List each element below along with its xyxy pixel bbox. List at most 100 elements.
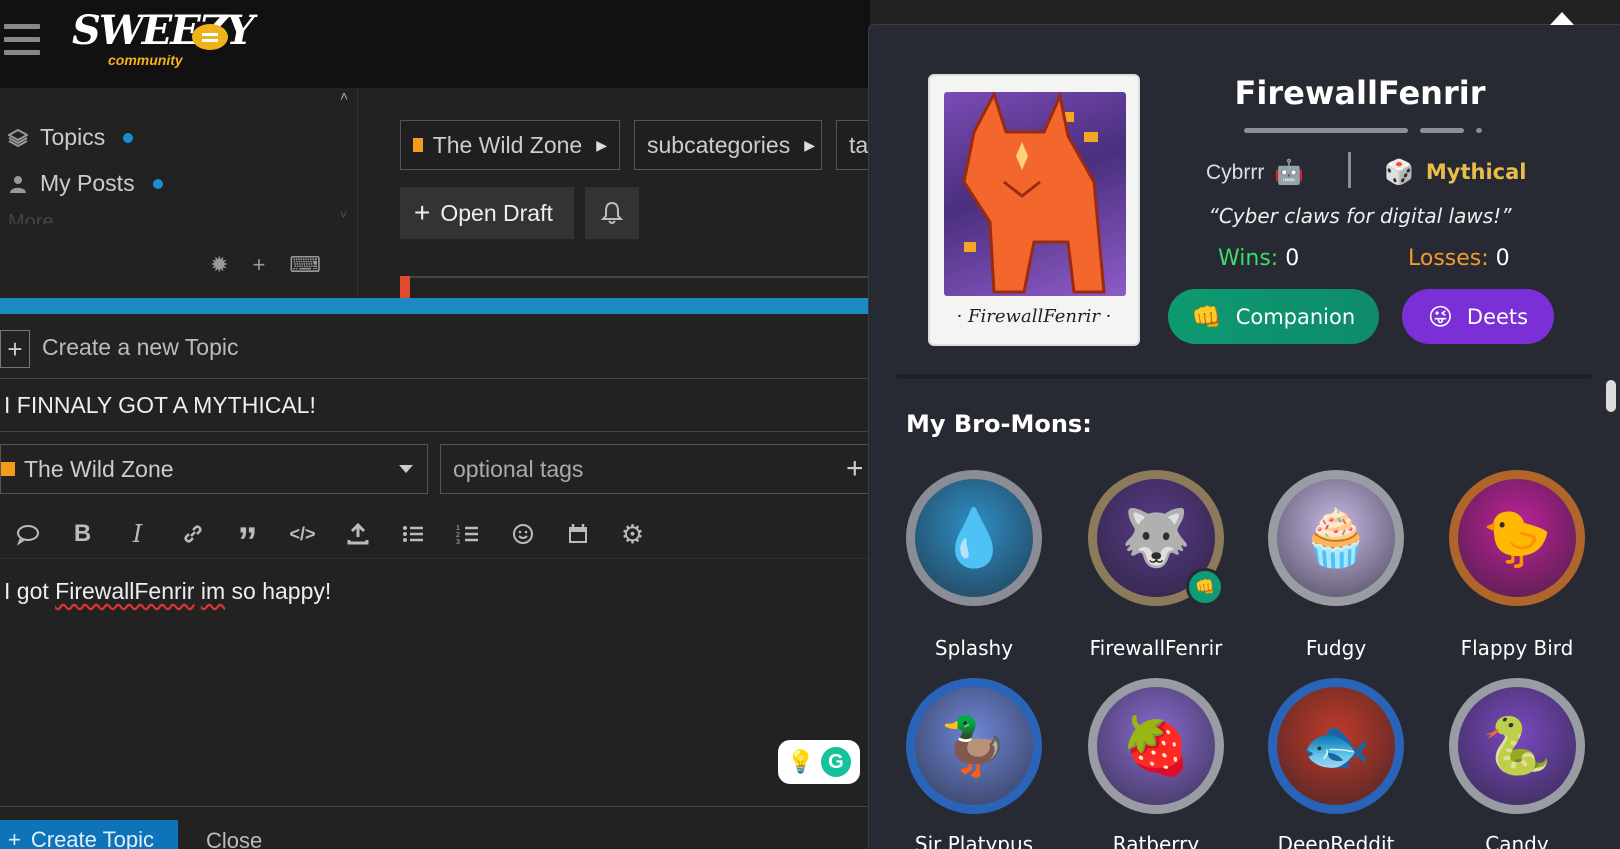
bromon-name: DeepReddit <box>1277 832 1395 849</box>
numbered-list-icon[interactable]: 123 <box>440 512 495 556</box>
divider <box>1348 152 1351 188</box>
profile-username: FirewallFenrir <box>1234 74 1486 112</box>
caret-right-icon: ▶ <box>804 136 815 153</box>
robot-icon: 🤖 <box>1274 159 1305 186</box>
italic-icon[interactable]: I <box>110 512 165 556</box>
divider <box>0 558 870 559</box>
bromon-avatar[interactable]: 🐤 <box>1449 470 1585 606</box>
quote-bubble-icon[interactable] <box>0 512 55 556</box>
bromon-name: FirewallFenrir <box>1089 636 1223 660</box>
sidebar-item-label: Topics <box>40 124 106 150</box>
plus-icon: + <box>8 827 21 849</box>
dice-icon: 🎲 <box>1384 158 1414 186</box>
site-logo[interactable]: SWEEZY community <box>72 8 255 78</box>
bromon-name: Splashy <box>934 636 1014 660</box>
grammarly-widget[interactable]: 💡 G <box>778 740 860 784</box>
close-button[interactable]: Close <box>206 828 262 849</box>
topic-title-input[interactable]: I FINNALY GOT A MYTHICAL! <box>0 384 860 430</box>
bromon-portrait: 🐍 <box>1458 687 1576 805</box>
editor-toolbar: B I ” </> 123 ⚙ <box>0 512 660 564</box>
sidebar-item-my-posts[interactable]: My Posts <box>8 170 163 197</box>
add-tag-plus-icon[interactable]: + <box>846 452 864 486</box>
breadcrumb-tags[interactable]: ta <box>836 120 870 170</box>
bromon-name: Ratberry <box>1112 832 1200 849</box>
keyboard-icon[interactable]: ⌨ <box>289 252 321 278</box>
bromons-heading: My Bro-Mons: <box>906 410 1092 438</box>
sidebar-item-more[interactable]: More <box>8 212 54 224</box>
bromon-avatar[interactable]: 🦆 <box>906 678 1042 814</box>
divider <box>0 378 870 379</box>
tags-input[interactable]: optional tags <box>440 444 870 494</box>
chevron-down-icon <box>399 465 413 473</box>
losses-value: 0 <box>1495 246 1510 271</box>
bullet-list-icon[interactable] <box>385 512 440 556</box>
category-color-swatch <box>413 138 423 152</box>
gear-icon[interactable]: ✹ <box>210 252 228 278</box>
companion-button[interactable]: 👊 Companion <box>1168 289 1379 344</box>
bromon-name: Flappy Bird <box>1460 636 1574 660</box>
caret-right-icon: ▶ <box>596 136 607 153</box>
bromon-avatar[interactable]: 🐍 <box>1449 678 1585 814</box>
svg-text:2: 2 <box>456 532 460 539</box>
bromon-avatar[interactable]: 🍓 <box>1088 678 1224 814</box>
svg-text:1: 1 <box>456 525 460 532</box>
bromon-avatar[interactable]: 🧁 <box>1268 470 1404 606</box>
hamburger-menu-icon[interactable] <box>4 24 40 58</box>
bromon-avatar[interactable]: 💧 <box>906 470 1042 606</box>
bromon-avatar[interactable]: 🐟 <box>1268 678 1404 814</box>
logo-bubble-icon <box>192 24 228 50</box>
divider <box>0 431 870 432</box>
caret-up-icon[interactable]: ˄ <box>340 88 348 104</box>
sidebar-item-topics[interactable]: Topics <box>8 124 134 151</box>
breadcrumb-category[interactable]: The Wild Zone ▶ <box>400 120 620 170</box>
bromon-portrait: 🍓 <box>1097 687 1215 805</box>
deets-label: Deets <box>1466 304 1529 329</box>
bromon-portrait: 💧 <box>915 479 1033 597</box>
calendar-icon[interactable] <box>550 512 605 556</box>
companion-fist-icon: 👊 <box>1186 568 1224 606</box>
unread-dot <box>152 178 163 189</box>
breadcrumb-subcategories[interactable]: subcategories ▶ <box>634 120 822 170</box>
bromon-name: Candy <box>1485 832 1549 849</box>
emoji-icon[interactable] <box>495 512 550 556</box>
logo-subtitle: community <box>108 52 183 68</box>
fist-icon: 👊 <box>1191 302 1222 331</box>
companion-label: Companion <box>1235 304 1356 329</box>
deets-button[interactable]: 😜 Deets <box>1402 289 1554 344</box>
card-name-label: · FirewallFenrir · <box>956 306 1112 327</box>
open-draft-label: Open Draft <box>440 199 553 226</box>
gear-icon[interactable]: ⚙ <box>605 512 660 556</box>
blockquote-icon[interactable]: ” <box>220 512 275 564</box>
bromon-name: Sir Platypus <box>914 832 1034 849</box>
notification-bell-button[interactable] <box>585 187 639 239</box>
losses-label: Losses: <box>1408 246 1489 271</box>
category-color-swatch <box>1 462 15 476</box>
bromon-portrait: 🦆 <box>915 687 1033 805</box>
panel-scrollbar[interactable] <box>1606 380 1616 412</box>
code-icon[interactable]: </> <box>275 512 330 556</box>
caret-down-icon[interactable]: ˅ <box>340 208 347 222</box>
topic-progress-track <box>400 276 870 278</box>
layers-icon <box>8 128 28 147</box>
composer-body-text[interactable]: I got FirewallFenrir im so happy! <box>4 578 331 605</box>
bold-icon[interactable]: B <box>55 512 110 556</box>
upload-icon[interactable] <box>330 512 385 556</box>
topic-progress-marker <box>400 276 410 298</box>
unread-dot <box>123 132 134 143</box>
rarity-badge: 🎲 Mythical <box>1384 158 1526 186</box>
create-topic-label: Create Topic <box>30 827 154 849</box>
bromon-portrait: 🐤 <box>1458 479 1576 597</box>
composer-drag-bar[interactable] <box>0 298 870 314</box>
plus-icon[interactable]: + <box>252 252 265 278</box>
lightbulb-icon[interactable]: 💡 <box>787 749 814 775</box>
create-topic-button[interactable]: + Create Topic <box>0 820 178 849</box>
wins-label: Wins: <box>1218 246 1279 271</box>
plus-icon: + <box>0 330 30 368</box>
body-text-segment: I got <box>4 578 56 604</box>
composer-action-title: Create a new Topic <box>42 334 239 360</box>
misspelled-word: FirewallFenrir <box>55 578 195 604</box>
link-icon[interactable] <box>165 512 220 556</box>
grammarly-icon[interactable]: G <box>820 747 851 777</box>
category-select[interactable]: The Wild Zone <box>0 444 428 494</box>
open-draft-button[interactable]: + Open Draft <box>400 187 574 239</box>
